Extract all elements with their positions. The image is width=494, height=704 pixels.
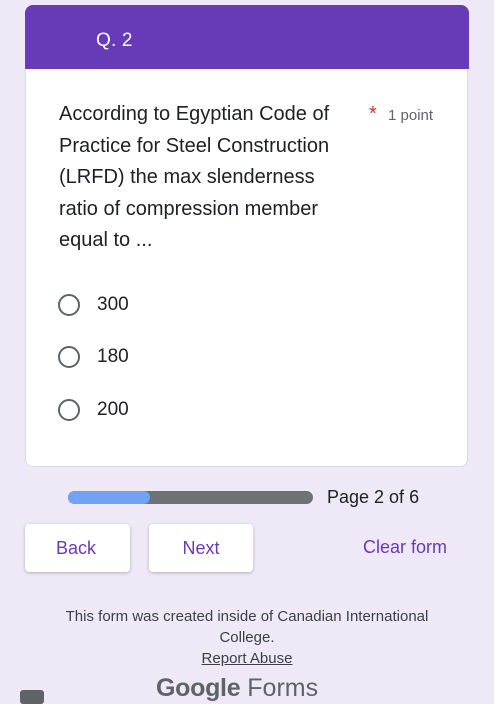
footer-note: This form was created inside of Canadian… — [40, 606, 454, 669]
question-card: According to Egyptian Code of Practice f… — [25, 69, 468, 467]
question-text: According to Egyptian Code of Practice f… — [59, 103, 330, 251]
next-button[interactable]: Next — [149, 524, 253, 572]
page-indicator: Page 2 of 6 — [327, 487, 420, 507]
option-label: 180 — [97, 346, 129, 367]
logo-forms-text: Forms — [247, 674, 319, 702]
section-title: Q. 2 — [96, 30, 133, 51]
radio-unchecked-icon[interactable] — [58, 346, 80, 368]
report-icon[interactable] — [20, 690, 44, 704]
back-button[interactable]: Back — [25, 524, 130, 572]
section-header: Q. 2 — [25, 5, 469, 69]
radio-unchecked-icon[interactable] — [58, 399, 80, 421]
option-300[interactable]: 300 — [58, 290, 129, 320]
option-200[interactable]: 200 — [58, 395, 129, 425]
clear-form-button[interactable]: Clear form — [363, 537, 447, 558]
google-forms-logo: Google Forms — [156, 674, 318, 703]
radio-unchecked-icon[interactable] — [58, 294, 80, 316]
question-points: 1 point — [388, 107, 434, 124]
footer-text: This form was created inside of Canadian… — [65, 608, 429, 646]
option-label: 200 — [97, 399, 129, 420]
progress-bar-fill — [68, 491, 150, 504]
option-label: 300 — [97, 294, 129, 315]
option-180[interactable]: 180 — [58, 342, 129, 372]
logo-google-text: Google — [156, 674, 241, 702]
report-abuse-link[interactable]: Report Abuse — [202, 650, 293, 667]
progress-bar — [68, 491, 313, 504]
required-asterisk: * — [369, 103, 377, 125]
